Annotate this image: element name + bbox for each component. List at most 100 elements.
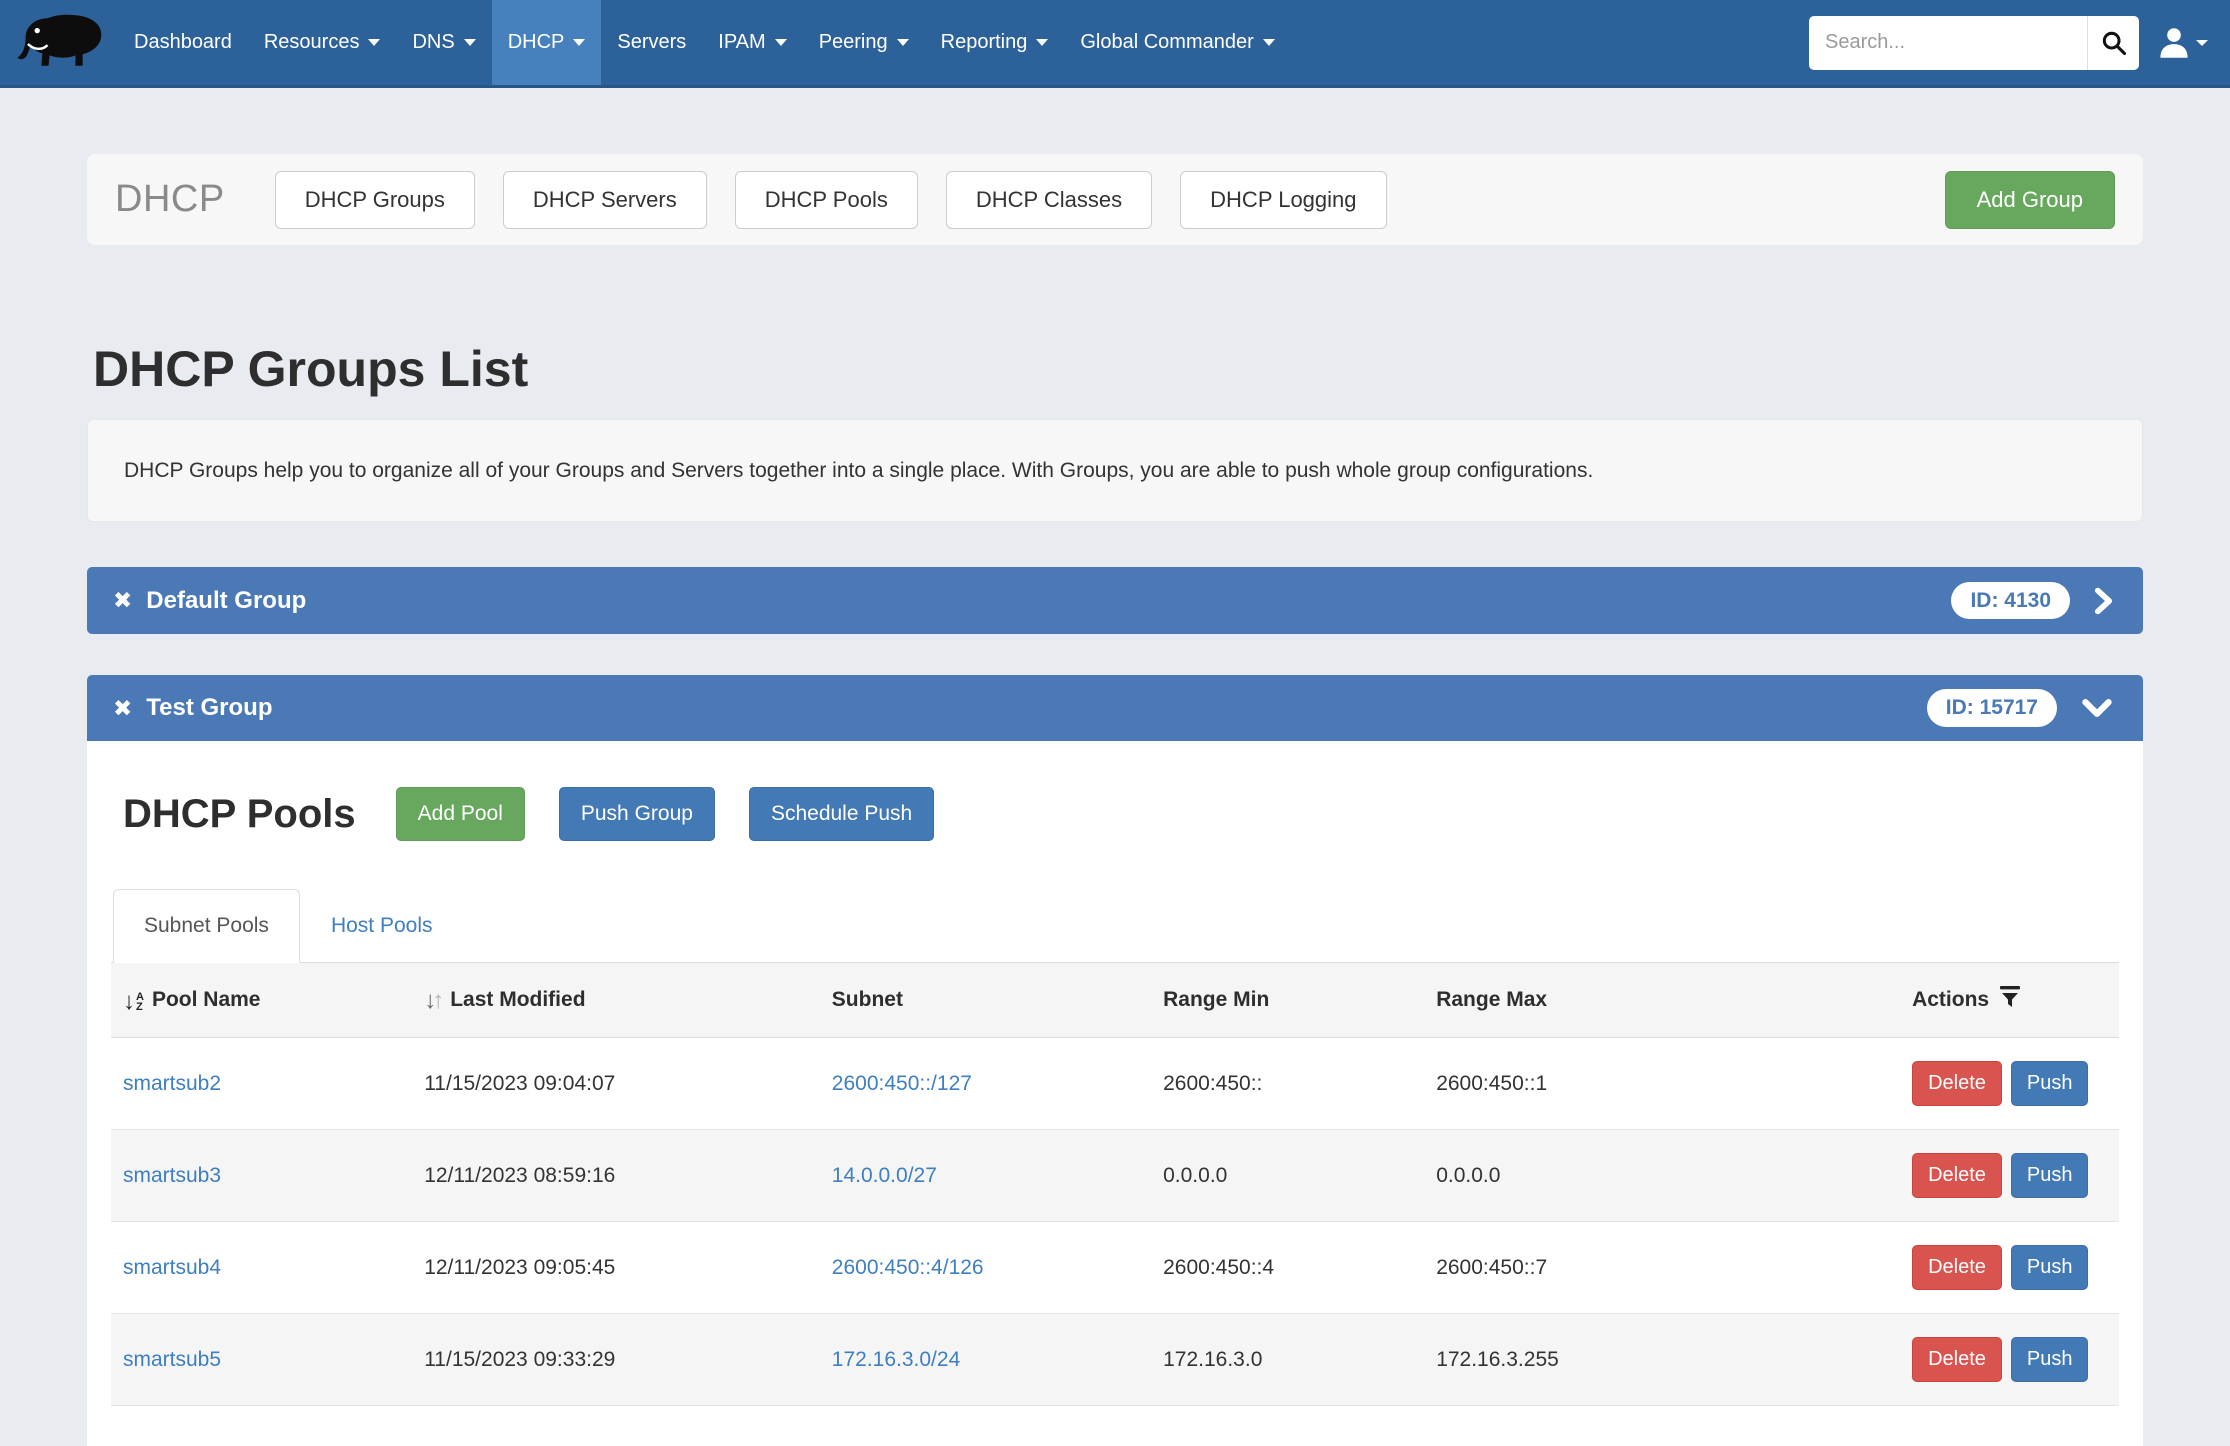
close-icon[interactable]: ✖ [113, 697, 132, 720]
col-header-range-max: Range Max [1424, 963, 1900, 1038]
delete-button[interactable]: Delete [1912, 1245, 2002, 1290]
nav-item-ipam[interactable]: IPAM [702, 0, 802, 85]
tab-subnet-pools[interactable]: Subnet Pools [113, 889, 300, 963]
nav-item-dashboard[interactable]: Dashboard [118, 0, 248, 85]
nav-item-dns[interactable]: DNS [396, 0, 491, 85]
push-button[interactable]: Push [2011, 1153, 2089, 1198]
search-input[interactable] [1809, 16, 2087, 70]
push-group-button[interactable]: Push Group [559, 787, 715, 841]
subnet-link[interactable]: 172.16.3.0/24 [832, 1348, 960, 1371]
range-max-cell: 2600:450::7 [1424, 1222, 1900, 1314]
pool-name-link[interactable]: smartsub2 [123, 1072, 221, 1095]
page-description: DHCP Groups help you to organize all of … [124, 459, 1593, 483]
dhcp-servers-button[interactable]: DHCP Servers [503, 171, 707, 229]
sort-icon[interactable]: ↓↑ [424, 991, 444, 1011]
user-menu[interactable] [2159, 26, 2208, 60]
group-card-test: ✖ Test Group ID: 15717 DHCP Pools Add Po… [87, 675, 2143, 1446]
dhcp-classes-button[interactable]: DHCP Classes [946, 171, 1152, 229]
table-row: smartsub3 12/11/2023 08:59:16 14.0.0.0/2… [111, 1130, 2119, 1222]
last-modified-cell: 11/15/2023 09:33:29 [412, 1314, 820, 1406]
page-description-panel: DHCP Groups help you to organize all of … [87, 419, 2143, 522]
subnet-link[interactable]: 14.0.0.0/27 [832, 1164, 937, 1187]
chevron-down-icon [775, 39, 787, 46]
col-header-actions: Actions [1900, 963, 2119, 1038]
delete-button[interactable]: Delete [1912, 1061, 2002, 1106]
push-button[interactable]: Push [2011, 1245, 2089, 1290]
main-menu: Dashboard Resources DNS DHCP Servers IPA… [118, 0, 1291, 85]
close-icon[interactable]: ✖ [113, 589, 132, 612]
table-row: smartsub5 11/15/2023 09:33:29 172.16.3.0… [111, 1314, 2119, 1406]
range-min-cell: 0.0.0.0 [1151, 1130, 1424, 1222]
table-header-row: ↓AZPool Name ↓↑Last Modified Subnet Rang… [111, 963, 2119, 1038]
push-button[interactable]: Push [2011, 1337, 2089, 1382]
top-navbar: Dashboard Resources DNS DHCP Servers IPA… [0, 0, 2230, 88]
pools-tabs: Subnet Pools Host Pools [111, 889, 2119, 963]
group-header-default[interactable]: ✖ Default Group ID: 4130 [87, 567, 2143, 634]
range-max-cell: 2600:450::1 [1424, 1038, 1900, 1130]
delete-button[interactable]: Delete [1912, 1337, 2002, 1382]
group-id-badge: ID: 4130 [1951, 582, 2070, 619]
add-group-button[interactable]: Add Group [1945, 171, 2115, 229]
chevron-down-icon [464, 39, 476, 46]
page-title: DHCP Groups List [93, 341, 2143, 397]
range-min-cell: 2600:450:: [1151, 1038, 1424, 1130]
subnet-link[interactable]: 2600:450::/127 [832, 1072, 972, 1095]
subnet-pools-table: ↓AZPool Name ↓↑Last Modified Subnet Rang… [111, 963, 2119, 1406]
range-max-cell: 0.0.0.0 [1424, 1130, 1900, 1222]
chevron-down-icon [573, 39, 585, 46]
chevron-down-icon [897, 39, 909, 46]
delete-button[interactable]: Delete [1912, 1153, 2002, 1198]
group-id-badge: ID: 15717 [1927, 689, 2057, 726]
nav-item-servers[interactable]: Servers [601, 0, 702, 85]
chevron-down-icon [2196, 40, 2208, 46]
col-header-subnet: Subnet [820, 963, 1151, 1038]
dhcp-pools-button[interactable]: DHCP Pools [735, 171, 918, 229]
pool-name-link[interactable]: smartsub5 [123, 1348, 221, 1371]
sort-alpha-icon[interactable]: ↓AZ [123, 992, 144, 1012]
nav-item-global-commander[interactable]: Global Commander [1064, 0, 1290, 85]
tab-host-pools[interactable]: Host Pools [300, 889, 464, 963]
filter-icon[interactable] [1999, 991, 2021, 1014]
table-row: smartsub4 12/11/2023 09:05:45 2600:450::… [111, 1222, 2119, 1314]
dhcp-logging-button[interactable]: DHCP Logging [1180, 171, 1386, 229]
subnet-link[interactable]: 2600:450::4/126 [832, 1256, 984, 1279]
last-modified-cell: 11/15/2023 09:04:07 [412, 1038, 820, 1130]
table-row: smartsub2 11/15/2023 09:04:07 2600:450::… [111, 1038, 2119, 1130]
search-group [1809, 16, 2139, 70]
col-header-range-min: Range Min [1151, 963, 1424, 1038]
nav-item-peering[interactable]: Peering [803, 0, 925, 85]
chevron-down-icon [1036, 39, 1048, 46]
chevron-down-icon[interactable] [2081, 698, 2113, 719]
col-header-last-modified: ↓↑Last Modified [412, 963, 820, 1038]
nav-item-resources[interactable]: Resources [248, 0, 397, 85]
group-header-test[interactable]: ✖ Test Group ID: 15717 [87, 675, 2143, 741]
chevron-right-icon[interactable] [2094, 586, 2113, 616]
schedule-push-button[interactable]: Schedule Push [749, 787, 934, 841]
last-modified-cell: 12/11/2023 09:05:45 [412, 1222, 820, 1314]
col-header-pool-name: ↓AZPool Name [111, 963, 412, 1038]
range-min-cell: 172.16.3.0 [1151, 1314, 1424, 1406]
last-modified-cell: 12/11/2023 08:59:16 [412, 1130, 820, 1222]
dhcp-groups-button[interactable]: DHCP Groups [275, 171, 475, 229]
chevron-down-icon [368, 39, 380, 46]
group-name: Default Group [146, 587, 306, 615]
dhcp-subnav: DHCP DHCP Groups DHCP Servers DHCP Pools… [87, 154, 2143, 245]
add-pool-button[interactable]: Add Pool [396, 787, 525, 841]
search-button[interactable] [2087, 16, 2139, 70]
range-max-cell: 172.16.3.255 [1424, 1314, 1900, 1406]
chevron-down-icon [1263, 39, 1275, 46]
mammoth-logo-icon [16, 12, 108, 74]
nav-item-dhcp[interactable]: DHCP [492, 0, 602, 85]
pools-header: DHCP Pools Add Pool Push Group Schedule … [123, 741, 2119, 841]
push-button[interactable]: Push [2011, 1061, 2089, 1106]
pool-name-link[interactable]: smartsub3 [123, 1164, 221, 1187]
brand-logo[interactable] [0, 0, 118, 85]
pool-name-link[interactable]: smartsub4 [123, 1256, 221, 1279]
pools-title: DHCP Pools [123, 792, 356, 837]
group-name: Test Group [146, 694, 272, 722]
search-icon [2100, 29, 2128, 57]
user-icon [2159, 26, 2189, 60]
range-min-cell: 2600:450::4 [1151, 1222, 1424, 1314]
nav-item-reporting[interactable]: Reporting [925, 0, 1065, 85]
subnav-title: DHCP [115, 178, 225, 221]
